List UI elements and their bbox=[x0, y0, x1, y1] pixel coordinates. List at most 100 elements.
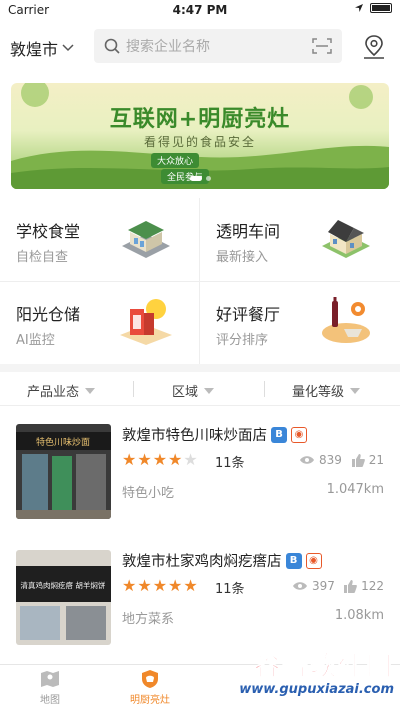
category-subtitle: 评分排序 bbox=[216, 333, 269, 348]
restaurant-distance: 1.08km bbox=[334, 608, 384, 623]
grade-badge: B bbox=[271, 426, 287, 443]
category-subtitle: 最新接入 bbox=[216, 250, 269, 265]
chevron-down-icon bbox=[62, 44, 74, 52]
tab-map[interactable]: 地图 bbox=[0, 669, 100, 706]
like-count-value: 122 bbox=[361, 579, 384, 593]
star-filled-icon: ★ bbox=[168, 450, 183, 469]
category-subtitle: AI监控 bbox=[16, 333, 55, 348]
divider bbox=[133, 381, 134, 397]
rating-stars: ★ ★ ★ ★ ★ bbox=[122, 452, 198, 468]
restaurant-distance: 1.047km bbox=[326, 482, 384, 497]
watermark: 谷普软件园 www.gupuxiazai.com bbox=[210, 646, 400, 704]
status-bar: Carrier 4:47 PM bbox=[0, 0, 400, 20]
filter-label: 量化等级 bbox=[292, 385, 345, 400]
caret-down-icon bbox=[350, 387, 361, 394]
view-count-value: 397 bbox=[312, 579, 335, 593]
filter-grade[interactable]: 量化等级 bbox=[292, 381, 361, 400]
review-count: 11条 bbox=[215, 456, 245, 471]
banner-subtitle: 看得见的食品安全 bbox=[143, 135, 256, 149]
banner-title: 互联网+明厨亮灶 bbox=[109, 107, 291, 132]
top-bar: 敦煌市 搜索企业名称 bbox=[0, 26, 400, 68]
star-filled-icon: ★ bbox=[122, 450, 137, 469]
view-count-value: 839 bbox=[319, 453, 342, 467]
sign-text: 清真鸡肉焖疙瘩 胡羊焖饼 bbox=[21, 580, 106, 590]
carousel-dot bbox=[205, 176, 211, 181]
category-title: 学校食堂 bbox=[16, 222, 81, 241]
city-label: 敦煌市 bbox=[10, 40, 59, 59]
city-selector[interactable]: 敦煌市 bbox=[10, 36, 74, 60]
tab-kitchen[interactable]: 明厨亮灶 bbox=[100, 669, 200, 706]
star-empty-icon: ★ bbox=[183, 450, 198, 469]
filter-label: 区域 bbox=[172, 385, 199, 400]
divider bbox=[264, 381, 265, 397]
carousel-dot bbox=[189, 176, 202, 181]
star-filled-icon: ★ bbox=[137, 576, 152, 595]
search-icon bbox=[104, 38, 120, 54]
promo-banner[interactable]: 互联网+明厨亮灶 看得见的食品安全 大众放心 全民参与 bbox=[11, 83, 389, 189]
category-top-rated-restaurants[interactable]: 好评餐厅 评分排序 bbox=[200, 281, 400, 364]
clock: 4:47 PM bbox=[172, 3, 228, 17]
filter-region[interactable]: 区域 bbox=[172, 381, 215, 400]
tab-label: 地图 bbox=[40, 695, 60, 706]
category-sunshine-warehouse[interactable]: 阳光仓储 AI监控 bbox=[0, 281, 200, 364]
watermark-url: www.gupuxiazai.com bbox=[239, 682, 394, 697]
review-count: 11条 bbox=[215, 582, 245, 597]
category-title: 好评餐厅 bbox=[216, 305, 281, 324]
category-subtitle: 自检自查 bbox=[16, 250, 69, 265]
restaurant-category: 地方菜系 bbox=[122, 612, 175, 627]
watermark-name: 谷普软件园 bbox=[253, 652, 394, 683]
eye-icon bbox=[293, 582, 307, 590]
carousel-indicator bbox=[11, 176, 389, 181]
restaurant-category: 特色小吃 bbox=[122, 486, 175, 501]
star-filled-icon: ★ bbox=[137, 450, 152, 469]
section-separator bbox=[0, 364, 400, 372]
warehouse-icon bbox=[120, 299, 172, 345]
caret-down-icon bbox=[204, 387, 215, 394]
map-location-button[interactable] bbox=[362, 34, 386, 64]
like-count[interactable]: 21 bbox=[351, 453, 384, 467]
location-arrow-icon bbox=[355, 4, 363, 12]
star-filled-icon: ★ bbox=[168, 576, 183, 595]
school-canteen-icon bbox=[122, 221, 170, 258]
restaurant-name: 敦煌市杜家鸡肉焖疙瘩店 bbox=[122, 554, 282, 570]
star-filled-icon: ★ bbox=[183, 576, 198, 595]
certification-badge-icon: ◉ bbox=[291, 426, 307, 443]
thumbs-up-icon bbox=[351, 453, 365, 467]
filter-label: 产品业态 bbox=[27, 385, 80, 400]
search-placeholder: 搜索企业名称 bbox=[126, 39, 210, 55]
star-filled-icon: ★ bbox=[152, 576, 168, 595]
grade-badge: B bbox=[285, 552, 302, 569]
view-count: 839 bbox=[299, 453, 342, 467]
restaurant-name: 敦煌市特色川味炒面店 bbox=[122, 428, 267, 444]
like-count[interactable]: 122 bbox=[344, 579, 384, 593]
restaurant-icon bbox=[322, 297, 370, 343]
like-count-value: 21 bbox=[368, 453, 384, 467]
category-title: 阳光仓储 bbox=[16, 305, 81, 324]
eye-icon bbox=[300, 456, 314, 464]
scan-icon[interactable] bbox=[312, 38, 332, 54]
storefront-photo: 特色川味炒面 bbox=[16, 424, 111, 519]
search-input[interactable]: 搜索企业名称 bbox=[94, 29, 342, 63]
rating-stars: ★ ★ ★ ★ ★ bbox=[122, 578, 198, 594]
certification-badge-icon: ◉ bbox=[305, 552, 322, 569]
map-icon bbox=[41, 671, 59, 687]
filter-bar: 产品业态 区域 量化等级 bbox=[0, 372, 400, 406]
workshop-icon bbox=[322, 220, 370, 258]
banner-tag: 大众放心 bbox=[151, 153, 200, 168]
filter-business-type[interactable]: 产品业态 bbox=[27, 381, 96, 400]
restaurant-list-item[interactable]: 特色川味炒面 敦煌市特色川味炒面店 B ◉ ★ ★ ★ ★ ★ 11条 839 21 特… bbox=[0, 406, 400, 524]
star-filled-icon: ★ bbox=[152, 450, 168, 469]
tab-label: 明厨亮灶 bbox=[130, 695, 170, 706]
category-transparent-workshop[interactable]: 透明车间 最新接入 bbox=[200, 198, 400, 281]
category-school-canteen[interactable]: 学校食堂 自检自查 bbox=[0, 198, 200, 281]
view-count: 397 bbox=[292, 579, 335, 593]
category-grid: 学校食堂 自检自查 透明车间 最新接入 阳光仓储 AI监控 好评餐厅 评分排序 bbox=[0, 198, 400, 364]
star-filled-icon: ★ bbox=[122, 576, 137, 595]
chef-shield-icon bbox=[142, 670, 158, 688]
storefront-photo: 清真鸡肉焖疙瘩 胡羊焖饼 bbox=[16, 550, 111, 645]
battery-icon bbox=[370, 3, 392, 13]
map-pin-icon bbox=[364, 35, 384, 59]
restaurant-list-item[interactable]: 清真鸡肉焖疙瘩 胡羊焖饼 敦煌市杜家鸡肉焖疙瘩店 B ◉ ★ ★ ★ ★ ★ 11条 3… bbox=[0, 532, 400, 650]
thumbs-up-icon bbox=[344, 579, 357, 593]
category-title: 透明车间 bbox=[216, 222, 281, 241]
